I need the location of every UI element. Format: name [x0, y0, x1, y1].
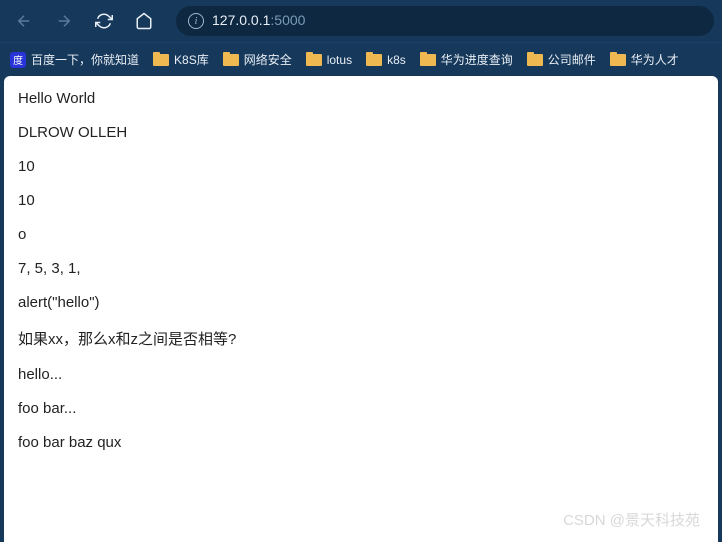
bookmark-label: 华为进度查询	[441, 51, 513, 68]
folder-icon	[306, 54, 322, 66]
bookmark-label: 百度一下，你就知道	[31, 51, 139, 68]
content-line: 如果xx，那么x和z之间是否相等?	[18, 328, 704, 349]
content-line: Hello World	[18, 90, 704, 107]
content-line: 7, 5, 3, 1,	[18, 260, 704, 277]
folder-icon	[610, 54, 626, 66]
home-button[interactable]	[128, 5, 160, 37]
bookmark-label: 华为人才	[631, 51, 679, 68]
back-button[interactable]	[8, 5, 40, 37]
content-line: 10	[18, 158, 704, 175]
bookmark-folder-huawei-talent[interactable]: 华为人才	[610, 51, 679, 68]
bookmark-folder-huawei-progress[interactable]: 华为进度查询	[420, 51, 513, 68]
address-bar[interactable]: i 127.0.0.1:5000	[176, 6, 714, 36]
bookmark-folder-lotus[interactable]: lotus	[306, 53, 352, 67]
bookmark-baidu[interactable]: 度 百度一下，你就知道	[10, 51, 139, 68]
url-text: 127.0.0.1:5000	[212, 12, 305, 30]
content-line: foo bar...	[18, 400, 704, 417]
bookmark-bar: 度 百度一下，你就知道 K8S库 网络安全 lotus k8s 华为进度查询 公…	[0, 42, 722, 76]
bookmark-label: lotus	[327, 53, 352, 67]
watermark: CSDN @景天科技苑	[563, 509, 700, 530]
bookmark-folder-company-mail[interactable]: 公司邮件	[527, 51, 596, 68]
folder-icon	[223, 54, 239, 66]
bookmark-label: 网络安全	[244, 51, 292, 68]
baidu-icon: 度	[10, 52, 26, 68]
info-icon: i	[188, 13, 204, 29]
bookmark-folder-security[interactable]: 网络安全	[223, 51, 292, 68]
content-line: hello...	[18, 366, 704, 383]
browser-navbar: i 127.0.0.1:5000	[0, 0, 722, 42]
folder-icon	[153, 54, 169, 66]
folder-icon	[527, 54, 543, 66]
content-line: 10	[18, 192, 704, 209]
bookmark-folder-k8s[interactable]: k8s	[366, 53, 406, 67]
content-line: DLROW OLLEH	[18, 124, 704, 141]
bookmark-label: k8s	[387, 53, 406, 67]
content-line: foo bar baz qux	[18, 434, 704, 451]
bookmark-label: K8S库	[174, 51, 209, 68]
url-host: 127.0.0.1	[212, 12, 270, 28]
refresh-button[interactable]	[88, 5, 120, 37]
content-line: o	[18, 226, 704, 243]
url-port: :5000	[270, 12, 305, 28]
folder-icon	[420, 54, 436, 66]
page-content: Hello World DLROW OLLEH 10 10 o 7, 5, 3,…	[4, 76, 718, 542]
bookmark-label: 公司邮件	[548, 51, 596, 68]
folder-icon	[366, 54, 382, 66]
content-line: alert("hello")	[18, 294, 704, 311]
bookmark-folder-k8slib[interactable]: K8S库	[153, 51, 209, 68]
forward-button[interactable]	[48, 5, 80, 37]
